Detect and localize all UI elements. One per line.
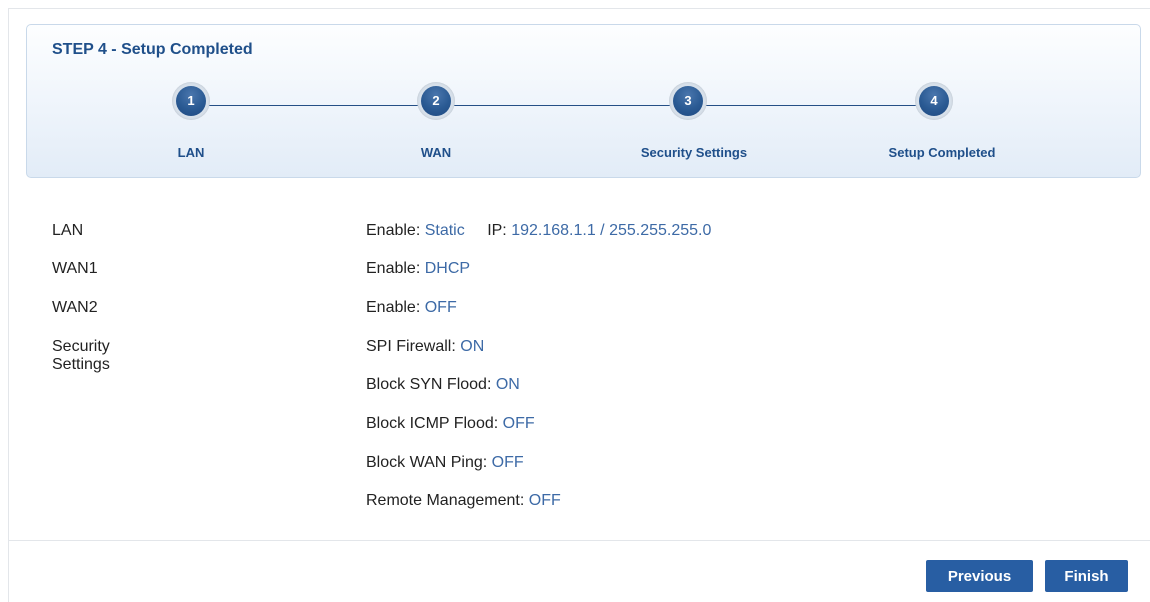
spi-firewall-row: SPI Firewall: ON (366, 338, 484, 356)
remote-management-value: OFF (528, 492, 561, 509)
step-connector-1-2 (200, 105, 424, 106)
previous-button[interactable]: Previous (926, 560, 1033, 592)
block-icmp-flood-value: OFF (502, 415, 535, 432)
block-syn-flood-value: ON (495, 376, 520, 393)
block-icmp-flood-row: Block ICMP Flood: OFF (366, 415, 535, 433)
lan-label: LAN (52, 222, 84, 239)
wizard-progress-panel: STEP 4 - Setup Completed 1 2 3 4 LAN WAN… (26, 24, 1141, 178)
wan2-label: WAN2 (52, 299, 98, 316)
step-1-indicator: 1 (172, 82, 210, 120)
block-wan-ping-row: Block WAN Ping: OFF (366, 454, 524, 472)
lan-ip-key: IP: (487, 222, 507, 239)
remote-management-key: Remote Management: (366, 492, 525, 509)
wan1-label: WAN1 (52, 260, 98, 277)
security-settings-label: Security Settings (52, 338, 110, 373)
spi-firewall-value: ON (460, 338, 485, 355)
step-connector-2-3 (448, 105, 673, 106)
finish-button[interactable]: Finish (1045, 560, 1128, 592)
step-4-indicator: 4 (915, 82, 953, 120)
remote-management-row: Remote Management: OFF (366, 492, 561, 510)
block-wan-ping-key: Block WAN Ping: (366, 454, 488, 471)
step-2-indicator: 2 (417, 82, 455, 120)
wan2-enable-key: Enable: (366, 299, 421, 316)
step-4-label: Setup Completed (888, 145, 996, 160)
step-1-number: 1 (176, 86, 206, 116)
step-3-label: Security Settings (640, 145, 748, 160)
lan-ip-value: 192.168.1.1 / 255.255.255.0 (511, 222, 712, 239)
lan-enable-value: Static (424, 222, 465, 239)
step-connector-3-4 (697, 105, 921, 106)
step-1-label: LAN (177, 145, 205, 160)
wan1-enable-key: Enable: (366, 260, 421, 277)
wan1-value: Enable: DHCP (366, 260, 470, 278)
block-wan-ping-value: OFF (491, 454, 524, 471)
wan2-enable-value: OFF (424, 299, 457, 316)
step-4-number: 4 (919, 86, 949, 116)
block-syn-flood-row: Block SYN Flood: ON (366, 376, 520, 394)
spi-firewall-key: SPI Firewall: (366, 338, 456, 355)
wan2-value: Enable: OFF (366, 299, 457, 317)
step-3-indicator: 3 (669, 82, 707, 120)
wizard-step-title: STEP 4 - Setup Completed (52, 41, 253, 58)
block-icmp-flood-key: Block ICMP Flood: (366, 415, 499, 432)
lan-value: Enable: Static IP: 192.168.1.1 / 255.255… (366, 222, 711, 240)
footer-divider (8, 540, 1150, 541)
block-syn-flood-key: Block SYN Flood: (366, 376, 492, 393)
wan1-enable-value: DHCP (424, 260, 471, 277)
step-3-number: 3 (673, 86, 703, 116)
lan-enable-key: Enable: (366, 222, 421, 239)
step-2-number: 2 (421, 86, 451, 116)
step-2-label: WAN (420, 145, 452, 160)
